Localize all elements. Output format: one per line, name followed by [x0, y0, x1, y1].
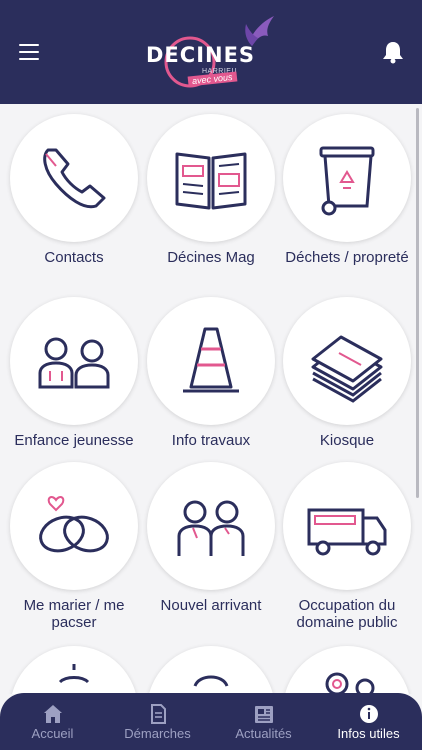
- tile-nouvel-arrivant[interactable]: [147, 462, 275, 590]
- tile-dechets[interactable]: [283, 114, 411, 242]
- tile-kiosque[interactable]: [283, 297, 411, 425]
- scrollbar[interactable]: [416, 108, 419, 498]
- tab-label: Démarches: [124, 726, 191, 741]
- couple-icon: [177, 500, 245, 556]
- tile-label: Décines Mag: [167, 249, 255, 266]
- tile-partial[interactable]: [283, 646, 411, 694]
- tile-label: Kiosque: [319, 432, 375, 449]
- bell-icon[interactable]: [382, 40, 404, 64]
- tile-enfance-jeunesse[interactable]: [10, 297, 138, 425]
- tiles-grid: Contacts Décines Mag Déchets / propreté: [0, 104, 422, 694]
- food-truck-icon: [307, 508, 387, 556]
- tab-label: Infos utiles: [337, 726, 400, 741]
- tab-accueil[interactable]: Accueil: [0, 693, 105, 750]
- tile-label: Me marier / me pacser: [23, 597, 125, 631]
- info-icon: [360, 705, 378, 723]
- location-pin-icon: [325, 672, 375, 694]
- tab-demarches[interactable]: Démarches: [105, 693, 210, 750]
- tile-label: Nouvel arrivant: [160, 597, 262, 614]
- logo-text: DECINES: [146, 43, 256, 67]
- traffic-cone-icon: [183, 327, 239, 393]
- tab-label: Accueil: [31, 726, 74, 741]
- tile-mariage[interactable]: [10, 462, 138, 590]
- newspaper-icon: [255, 706, 273, 723]
- app-logo: DECINES HARRIEU avec vous: [144, 10, 278, 96]
- magazine-icon: [175, 152, 247, 210]
- family-icon: [38, 337, 110, 389]
- tile-label: Info travaux: [171, 432, 251, 449]
- tile-label: Occupation du domaine public: [296, 597, 398, 631]
- lightbulb-icon: [58, 664, 90, 684]
- app-header: DECINES HARRIEU avec vous: [0, 0, 422, 104]
- menu-icon[interactable]: [19, 44, 39, 60]
- tile-decines-mag[interactable]: [147, 114, 275, 242]
- tab-actualites[interactable]: Actualités: [211, 693, 316, 750]
- phone-icon: [43, 148, 106, 209]
- tile-label: Enfance jeunesse: [14, 432, 134, 449]
- recycle-bin-icon: [319, 146, 375, 216]
- tile-contacts[interactable]: [10, 114, 138, 242]
- tile-info-travaux[interactable]: [147, 297, 275, 425]
- tile-partial[interactable]: [147, 646, 275, 694]
- home-icon: [44, 705, 62, 723]
- wedding-rings-icon: [39, 496, 109, 553]
- cap-icon: [193, 675, 229, 687]
- tile-occupation-domaine[interactable]: [283, 462, 411, 590]
- document-icon: [151, 704, 166, 724]
- tile-partial[interactable]: [10, 646, 138, 694]
- bottom-tab-bar: Accueil Démarches Actualités Infos utile…: [0, 693, 422, 750]
- documents-stack-icon: [311, 335, 383, 403]
- tile-label: Contacts: [44, 249, 104, 266]
- tab-label: Actualités: [235, 726, 292, 741]
- tab-infos-utiles[interactable]: Infos utiles: [316, 693, 421, 750]
- tile-label: Déchets / propreté: [285, 249, 409, 266]
